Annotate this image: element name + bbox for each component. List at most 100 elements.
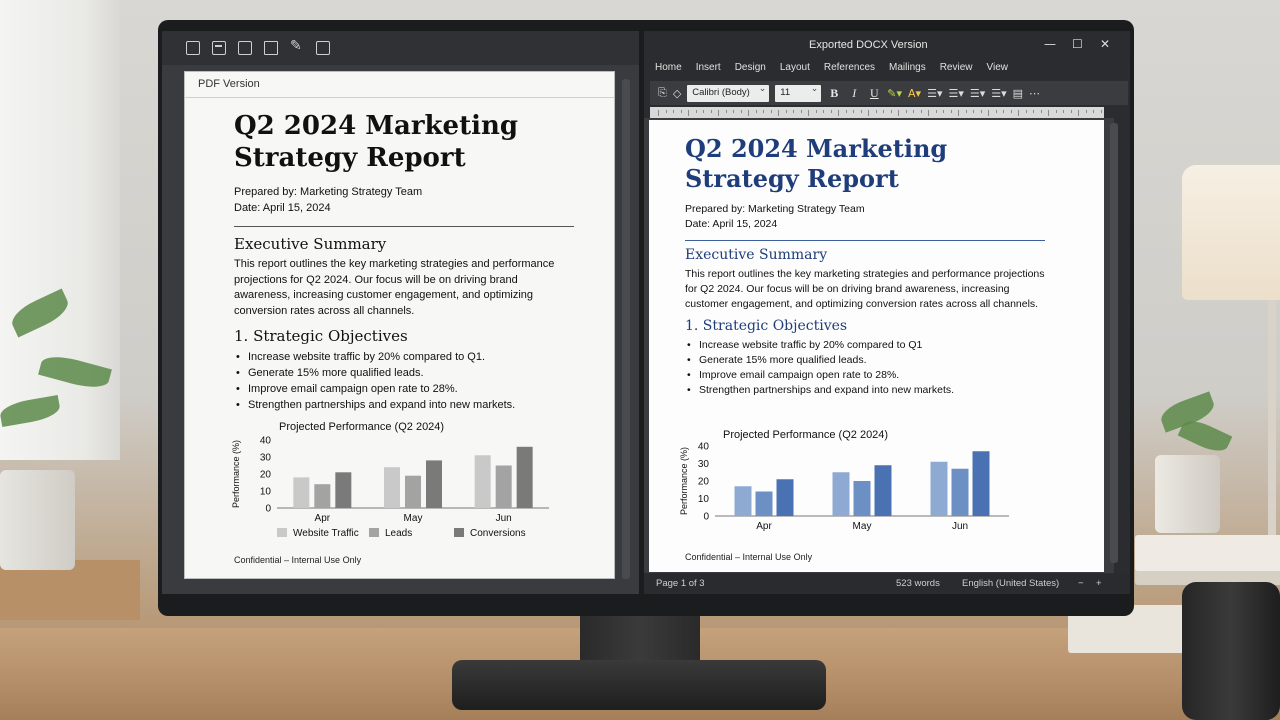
chart-bar — [314, 484, 331, 508]
save-icon[interactable] — [238, 41, 252, 55]
ruler-tick — [883, 110, 884, 113]
ruler-tick — [823, 110, 824, 113]
zoom-in-icon[interactable]: + — [1096, 578, 1102, 589]
ruler-tick — [815, 110, 817, 113]
ruler-tick — [935, 110, 937, 113]
x-tick-label: Jun — [952, 521, 968, 532]
font-name-select[interactable]: Calibri (Body) — [687, 84, 770, 102]
ruler-tick — [1025, 110, 1027, 113]
ruler-tick — [793, 110, 794, 113]
close-icon[interactable]: ✕ — [1100, 37, 1110, 51]
pdf-scrollbar[interactable] — [622, 79, 630, 579]
y-tick-label: 10 — [260, 487, 272, 498]
y-tick-label: 20 — [698, 477, 710, 488]
ruler-tick — [973, 110, 974, 113]
format-painter-icon[interactable]: ⎘ — [658, 86, 667, 100]
maximize-icon[interactable]: ☐ — [1072, 37, 1083, 51]
tab-layout[interactable]: Layout — [780, 59, 810, 81]
ruler-tick — [755, 110, 757, 113]
objectives-heading: 1. Strategic Objectives — [234, 327, 408, 345]
tab-design[interactable]: Design — [735, 59, 766, 81]
word-divider-rule — [685, 240, 1045, 241]
ruler-tick — [1078, 110, 1079, 116]
chart-bar — [874, 465, 892, 516]
minimize-icon[interactable]: — — [1044, 37, 1056, 51]
tab-insert[interactable]: Insert — [696, 59, 721, 81]
tab-review[interactable]: Review — [940, 59, 973, 81]
tab-references[interactable]: References — [824, 59, 875, 81]
numbering-icon[interactable]: ☰▾ — [948, 87, 963, 100]
objective-item: Generate 15% more qualified leads. — [234, 365, 574, 381]
chart-bar — [384, 467, 400, 508]
ruler-tick — [995, 110, 997, 113]
word-footer: Confidential – Internal Use Only — [685, 552, 813, 562]
ruler-tick — [808, 110, 809, 116]
ruler-tick — [740, 110, 742, 113]
diamond-icon[interactable]: ◇ — [673, 87, 681, 100]
pen-icon[interactable] — [290, 38, 304, 55]
x-tick-label: Apr — [756, 521, 772, 532]
word-doc-date: Date: April 15, 2024 — [685, 218, 778, 230]
word-doc-title: Q2 2024 Marketing Strategy Report — [685, 134, 1045, 194]
bullets-icon[interactable]: ☰▾ — [927, 87, 942, 100]
ruler-tick — [1085, 110, 1087, 113]
ruler-tick — [860, 110, 862, 113]
window-icon[interactable] — [212, 41, 226, 55]
home-icon[interactable] — [186, 41, 200, 55]
font-color-icon[interactable]: A▾ — [908, 87, 921, 100]
italic-button[interactable]: I — [847, 86, 861, 101]
chart-bar — [495, 465, 512, 508]
x-tick-label: May — [404, 513, 423, 524]
bold-button[interactable]: B — [827, 86, 841, 101]
word-objectives-list: Increase website traffic by 20% compared… — [685, 338, 1045, 398]
background-plant-pot-right — [1155, 455, 1220, 533]
highlight-icon[interactable]: ✎▾ — [887, 87, 902, 100]
ruler-tick — [1063, 110, 1064, 113]
word-scrollbar[interactable] — [1110, 123, 1118, 563]
ruler-tick — [770, 110, 772, 113]
spacing-icon[interactable]: ☰▾ — [991, 87, 1006, 100]
ruler-tick — [703, 110, 704, 113]
chart-bar — [516, 446, 533, 508]
ruler-tick — [958, 110, 959, 116]
chart-bar — [734, 486, 752, 516]
styles-icon[interactable]: ▤ — [1013, 87, 1023, 100]
tab-home[interactable]: Home — [655, 59, 682, 81]
status-page[interactable]: Page 1 of 3 — [656, 578, 705, 589]
status-language[interactable]: English (United States) — [962, 578, 1059, 589]
more-icon[interactable]: ⋯ — [1029, 87, 1040, 100]
tab-mailings[interactable]: Mailings — [889, 59, 926, 81]
chart-bar — [293, 477, 310, 508]
legend-label: Conversions — [470, 528, 526, 539]
tab-view[interactable]: View — [987, 59, 1009, 81]
ruler-tick — [920, 110, 922, 113]
x-tick-label: Jun — [496, 513, 512, 524]
ruler-tick — [665, 110, 667, 113]
ruler-tick — [680, 110, 682, 113]
font-size-select[interactable]: 11 — [775, 84, 822, 102]
ruler-tick — [1070, 110, 1072, 113]
doc-meta: Prepared by: Marketing Strategy Team Dat… — [234, 184, 574, 216]
background-lamp — [1182, 165, 1280, 300]
ruler-tick — [838, 110, 839, 116]
doc-date: Date: April 15, 2024 — [234, 202, 331, 214]
chart-bar — [405, 475, 421, 508]
x-tick-label: Apr — [315, 513, 331, 524]
chart-title: Projected Performance (Q2 2024) — [279, 421, 444, 433]
grid-icon[interactable] — [264, 41, 278, 55]
background-mug — [1182, 582, 1280, 720]
ruler-tick — [845, 110, 847, 113]
y-tick-label: 30 — [698, 459, 710, 470]
export-icon[interactable] — [316, 41, 330, 55]
zoom-out-icon[interactable]: − — [1078, 578, 1084, 589]
ruler-tick — [1018, 110, 1019, 116]
ruler-tick — [1033, 110, 1034, 113]
align-icon[interactable]: ☰▾ — [970, 87, 985, 100]
status-words[interactable]: 523 words — [896, 578, 940, 589]
underline-button[interactable]: U — [867, 86, 881, 101]
word-objective-item: Improve email campaign open rate to 28%. — [685, 368, 1045, 383]
chart-bar — [426, 460, 442, 508]
ruler[interactable] — [650, 107, 1104, 118]
ruler-tick — [778, 110, 779, 116]
ruler-tick — [1093, 110, 1094, 113]
